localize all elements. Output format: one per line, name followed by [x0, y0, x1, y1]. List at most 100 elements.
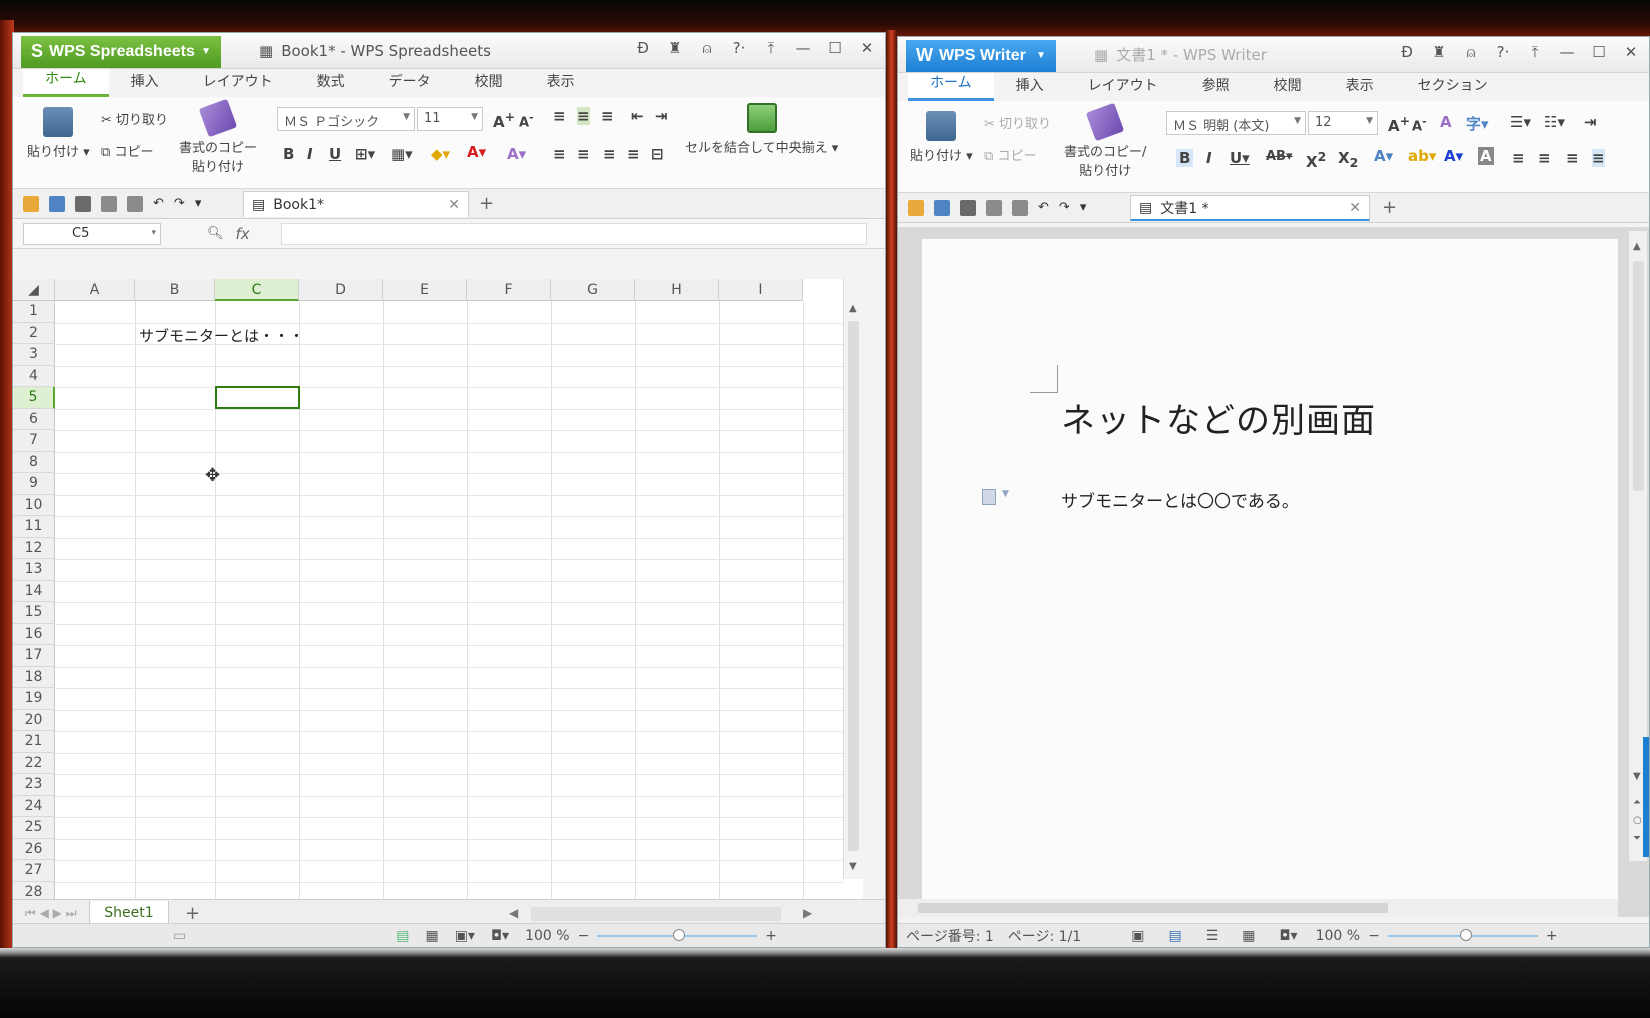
scroll-down-icon[interactable]: ▼ — [849, 861, 857, 872]
align-center-icon[interactable]: ≡ — [577, 145, 590, 163]
column-header-c[interactable]: C — [215, 279, 299, 301]
row-header-17[interactable]: 17 — [13, 645, 55, 667]
tab-data[interactable]: データ — [367, 71, 453, 97]
sheet-nav-arrows-icon[interactable]: ⏮ ◀ ▶ ⏭ — [25, 906, 77, 921]
close-tab-icon[interactable]: ✕ — [448, 197, 460, 213]
column-header-f[interactable]: F — [467, 279, 551, 301]
minimize-button[interactable]: — — [1559, 43, 1575, 61]
scroll-down-icon[interactable]: ▼ — [1633, 771, 1641, 782]
row-header-19[interactable]: 19 — [13, 688, 55, 710]
full-screen-icon[interactable]: ▣ — [1131, 928, 1144, 944]
document-tab-book1[interactable]: ▤ Book1* ✕ — [243, 191, 469, 217]
scrollbar-thumb[interactable] — [918, 903, 1388, 913]
cut-button[interactable]: ✂ 切り取り — [101, 109, 168, 128]
font-name-select[interactable]: ＭＳ Ｐゴシック ▼ — [277, 107, 415, 131]
align-center-icon[interactable]: ≡ — [1538, 149, 1551, 167]
zoom-in-button[interactable]: + — [765, 928, 777, 944]
column-header-b[interactable]: B — [135, 279, 215, 301]
row-header-24[interactable]: 24 — [13, 795, 55, 817]
row-header-10[interactable]: 10 — [13, 494, 55, 516]
new-tab-button[interactable]: + — [1382, 197, 1397, 218]
row-header-22[interactable]: 22 — [13, 752, 55, 774]
row-header-20[interactable]: 20 — [13, 709, 55, 731]
scrollbar-thumb[interactable] — [848, 321, 859, 851]
row-header-4[interactable]: 4 — [13, 365, 55, 387]
row-header-25[interactable]: 25 — [13, 817, 55, 839]
align-left-icon[interactable]: ≡ — [553, 145, 566, 163]
scrollbar-thumb[interactable] — [1633, 261, 1644, 491]
tab-view[interactable]: 表示 — [1324, 75, 1396, 101]
align-right-icon[interactable]: ≡ — [1566, 149, 1579, 167]
font-size-select[interactable]: 12 ▼ — [1308, 111, 1378, 135]
tab-references[interactable]: 参照 — [1180, 75, 1252, 101]
font-name-select[interactable]: ＭＳ 明朝 (本文) ▼ — [1166, 111, 1306, 135]
export-icon[interactable] — [75, 195, 91, 212]
print-preview-icon[interactable] — [127, 195, 143, 212]
scroll-left-icon[interactable]: ◀ — [509, 906, 518, 920]
save-icon[interactable] — [934, 199, 950, 216]
next-page-icon[interactable]: ⏷ — [1633, 833, 1641, 844]
page-break-view-icon[interactable]: ▦ — [425, 928, 438, 944]
row-header-5[interactable]: 5 — [13, 387, 55, 409]
horizontal-scrollbar[interactable] — [898, 899, 1618, 917]
row-header-11[interactable]: 11 — [13, 516, 55, 538]
align-middle-icon[interactable]: ≡ — [577, 107, 590, 125]
user-icon[interactable]: ⍝ — [699, 39, 715, 57]
tab-insert[interactable]: 挿入 — [109, 71, 181, 97]
previous-page-icon[interactable]: ⏶ — [1633, 797, 1641, 808]
row-header-16[interactable]: 16 — [13, 623, 55, 645]
underline-button[interactable]: U▾ — [1230, 149, 1250, 167]
column-header-i[interactable]: I — [719, 279, 803, 301]
maximize-button[interactable]: ☐ — [1591, 43, 1607, 61]
tab-formulas[interactable]: 数式 — [295, 71, 367, 97]
tab-review[interactable]: 校閲 — [1252, 75, 1324, 101]
document-tab-bunsho1[interactable]: ▤ 文書1 * ✕ — [1130, 195, 1370, 221]
paste-button[interactable]: 貼り付け ▾ — [27, 107, 90, 160]
row-header-6[interactable]: 6 — [13, 408, 55, 430]
tab-insert[interactable]: 挿入 — [994, 75, 1066, 101]
web-view-icon[interactable]: ▦ — [1242, 928, 1255, 944]
row-header-8[interactable]: 8 — [13, 451, 55, 473]
horizontal-scrollbar[interactable] — [531, 907, 781, 921]
scroll-up-icon[interactable]: ▲ — [1633, 241, 1641, 252]
zoom-out-button[interactable]: − — [578, 928, 590, 944]
chevron-down-icon[interactable]: ▾ — [1080, 200, 1087, 215]
undo-icon[interactable]: ↶ — [153, 196, 164, 211]
redo-icon[interactable]: ↷ — [1059, 200, 1070, 215]
decrease-font-icon[interactable]: A- — [519, 111, 534, 130]
maximize-button[interactable]: ☐ — [827, 39, 843, 57]
eye-protection-icon[interactable]: ◘▾ — [491, 928, 509, 944]
copy-button[interactable]: ⧉ コピー — [984, 145, 1036, 164]
sidebar-collapse-tab[interactable] — [1643, 737, 1649, 857]
paragraph-layout-icon[interactable] — [982, 489, 996, 505]
select-browse-object-icon[interactable]: ○ — [1633, 815, 1642, 826]
spreadsheet-grid[interactable]: ◢ A B C D E F G H I 1 2 3 4 5 6 7 8 9 10… — [13, 279, 863, 899]
row-header-14[interactable]: 14 — [13, 580, 55, 602]
font-size-select[interactable]: 11 ▼ — [417, 107, 483, 131]
shirt-icon[interactable]: ♜ — [667, 39, 683, 57]
highlight-icon[interactable]: ab▾ — [1408, 147, 1436, 165]
row-header-21[interactable]: 21 — [13, 731, 55, 753]
document-heading[interactable]: ネットなどの別画面 — [1061, 393, 1376, 442]
fill-color-icon[interactable]: ◆▾ — [431, 145, 450, 163]
row-header-15[interactable]: 15 — [13, 602, 55, 624]
column-header-g[interactable]: G — [551, 279, 635, 301]
zoom-slider-knob[interactable] — [1459, 928, 1472, 941]
skin-icon[interactable]: Ð — [635, 39, 651, 57]
cell-style-icon[interactable]: ▦▾ — [391, 145, 413, 163]
selected-cell-c5[interactable] — [215, 386, 300, 409]
tab-layout[interactable]: レイアウト — [1066, 75, 1180, 101]
align-right-icon[interactable]: ≡ — [603, 145, 616, 163]
row-header-28[interactable]: 28 — [13, 881, 55, 899]
underline-button[interactable]: U — [329, 145, 341, 163]
tab-layout[interactable]: レイアウト — [181, 71, 295, 97]
row-header-9[interactable]: 9 — [13, 473, 55, 495]
skin-icon[interactable]: Ð — [1399, 43, 1415, 61]
document-page[interactable]: ネットなどの別画面 ▼ サブモニターとは〇〇である。 — [922, 239, 1618, 915]
function-icon[interactable]: fx — [236, 225, 250, 243]
normal-view-icon[interactable]: ▤ — [396, 928, 409, 944]
page-view-icon[interactable]: ▤ — [1168, 928, 1181, 944]
column-header-a[interactable]: A — [55, 279, 135, 301]
new-tab-button[interactable]: + — [479, 193, 494, 214]
font-color-icon[interactable]: A▾ — [1444, 147, 1463, 165]
